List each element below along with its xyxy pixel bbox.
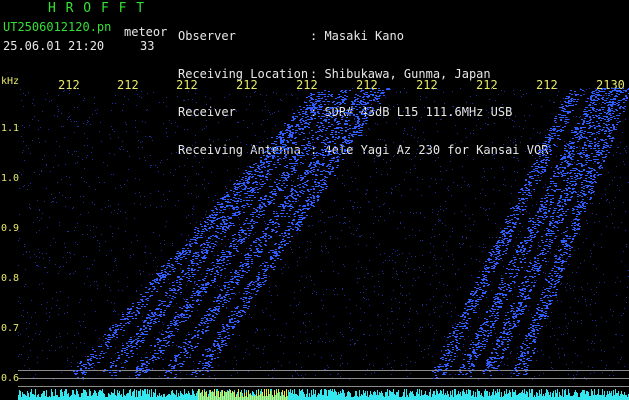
y-tick: 1.1 [1, 123, 20, 134]
file-name: UT2506012120.pn [3, 20, 112, 34]
spectrogram [18, 88, 629, 400]
y-tick: 0.7 [1, 323, 20, 334]
y-tick: 0.8 [1, 273, 20, 284]
y-tick: 1.0 [1, 173, 20, 184]
y-tick: 0.9 [1, 223, 20, 234]
mode-label: meteor [124, 25, 168, 39]
info-observer: Observer: Masaki Kano [178, 29, 404, 43]
echo-count: 33 [140, 39, 155, 53]
hrofft-title: H R O F F T [48, 1, 146, 16]
y-tick: 0.6 [1, 373, 20, 384]
date-time: 25.06.01 21:20 [3, 39, 105, 53]
